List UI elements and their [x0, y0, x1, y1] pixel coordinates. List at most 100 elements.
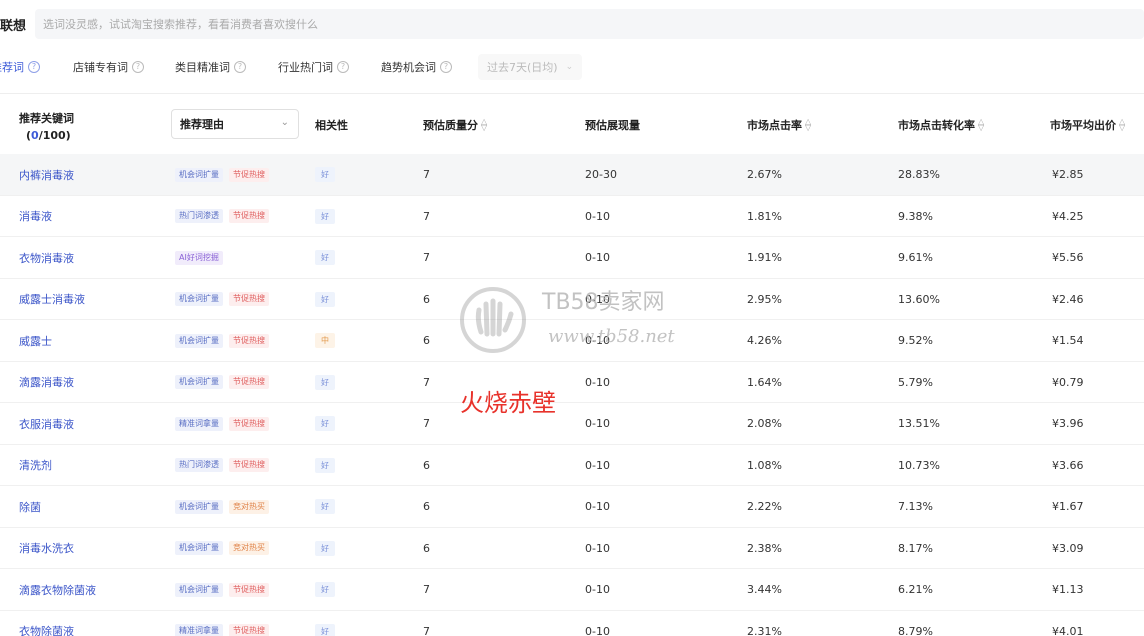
reason-tag: 机会词扩量	[175, 541, 223, 555]
cvr-cell: 9.38%	[898, 196, 933, 237]
ctr-value: 1.91%	[747, 251, 782, 264]
header-avg-bid[interactable]: 市场平均出价 △ ▽	[1050, 117, 1125, 133]
ctr-cell: 1.64%	[747, 362, 782, 403]
keyword-cell: 滴露衣物除菌液	[19, 569, 96, 610]
reason-tag: 机会词扩量	[175, 333, 223, 348]
relevance-badge: 好	[315, 582, 335, 597]
keyword-link[interactable]: 除菌	[19, 499, 41, 515]
impressions-cell: 0-10	[585, 362, 610, 403]
keyword-link[interactable]: 威露士	[19, 333, 52, 349]
reason-tag: 节促热搜	[229, 624, 269, 636]
table-row[interactable]: 衣服消毒液 精准词拿量 节促热搜 好 7 0-10 2.08% 13.51% ¥3.96	[0, 403, 1144, 445]
reason-cell: 机会词扩量 节促热搜	[175, 362, 275, 403]
cvr-value: 6.21%	[898, 583, 933, 596]
keyword-link[interactable]: 消毒液	[19, 208, 52, 224]
help-icon[interactable]: ?	[132, 61, 144, 73]
table-row[interactable]: 消毒液 热门词渗透 节促热搜 好 7 0-10 1.81% 9.38% ¥4.25	[0, 196, 1144, 237]
keyword-link[interactable]: 消毒水洗衣	[19, 540, 74, 556]
ctr-cell: 1.81%	[747, 196, 782, 237]
tab-trend-opportunity[interactable]: 趋势机会词 ?	[381, 54, 452, 80]
sort-icon[interactable]: △ ▽	[1119, 118, 1125, 132]
table-row[interactable]: 衣物除菌液 精准词拿量 节促热搜 好 7 0-10 2.31% 8.79% ¥4.01	[0, 611, 1144, 636]
sort-icon[interactable]: △ ▽	[978, 118, 984, 132]
search-label: 联想	[0, 19, 27, 34]
keyword-cell: 消毒水洗衣	[19, 528, 74, 569]
keyword-cell: 衣物消毒液	[19, 237, 74, 278]
impressions-cell: 0-10	[585, 611, 610, 636]
reason-tag: 机会词扩量	[175, 499, 223, 514]
bid-value: ¥1.67	[1052, 500, 1084, 513]
sort-icon[interactable]: △ ▽	[805, 118, 811, 132]
keyword-link[interactable]: 内裤消毒液	[19, 167, 74, 183]
keyword-cell: 消毒液	[19, 196, 52, 237]
relevance-cell: 好	[315, 362, 335, 403]
reason-cell: 机会词扩量 节促热搜	[175, 320, 275, 361]
table-row[interactable]: 清洗剂 热门词渗透 节促热搜 好 6 0-10 1.08% 10.73% ¥3.66	[0, 445, 1144, 486]
search-input[interactable]	[35, 9, 1144, 39]
table-row[interactable]: 滴露消毒液 机会词扩量 节促热搜 好 7 0-10 1.64% 5.79% ¥0.79	[0, 362, 1144, 403]
quality-cell: 7	[423, 196, 430, 237]
help-icon[interactable]: ?	[234, 61, 246, 73]
keyword-link[interactable]: 滴露衣物除菌液	[19, 582, 96, 598]
table-row[interactable]: 除菌 机会词扩量 竞对热买 好 6 0-10 2.22% 7.13% ¥1.67	[0, 486, 1144, 528]
reason-cell: AI好词挖掘	[175, 237, 229, 278]
reason-cell: 热门词渗透 节促热搜	[175, 445, 275, 486]
table-row[interactable]: 衣物消毒液 AI好词挖掘 好 7 0-10 1.91% 9.61% ¥5.56	[0, 237, 1144, 279]
table-row[interactable]: 滴露衣物除菌液 机会词扩量 节促热搜 好 7 0-10 3.44% 6.21% ¥1.13	[0, 569, 1144, 611]
sort-icon[interactable]: △ ▽	[481, 118, 487, 132]
keyword-link[interactable]: 衣服消毒液	[19, 416, 74, 432]
reason-cell: 机会词扩量 节促热搜	[175, 154, 275, 195]
search-box[interactable]	[35, 9, 1144, 39]
tab-category-precise[interactable]: 类目精准词 ?	[175, 54, 246, 80]
cvr-cell: 8.79%	[898, 611, 933, 636]
header-ctr[interactable]: 市场点击率 △ ▽	[747, 117, 811, 133]
cvr-value: 10.73%	[898, 458, 940, 472]
ctr-cell: 2.08%	[747, 403, 782, 444]
quality-cell: 7	[423, 403, 430, 444]
date-range-select[interactable]: 过去7天(日均) ⌄	[478, 54, 582, 80]
help-icon[interactable]: ?	[440, 61, 452, 73]
quality-value: 7	[423, 583, 430, 596]
reason-tag: 精准词拿量	[175, 624, 223, 636]
header-quality[interactable]: 预估质量分 △ ▽	[423, 117, 487, 133]
tab-label: 店铺专有词	[73, 61, 128, 74]
impressions-cell: 0-10	[585, 445, 610, 486]
bid-cell: ¥3.96	[1052, 403, 1084, 444]
table-row[interactable]: 内裤消毒液 机会词扩量 节促热搜 好 7 20-30 2.67% 28.83% ¥2.85	[0, 154, 1144, 196]
help-icon[interactable]: ?	[337, 61, 349, 73]
impressions-value: 0-10	[585, 500, 610, 513]
keyword-link[interactable]: 衣物消毒液	[19, 250, 74, 266]
tab-industry-hot[interactable]: 行业热门词 ?	[278, 54, 349, 80]
reason-tag: 节促热搜	[229, 167, 269, 182]
quality-value: 6	[423, 500, 430, 513]
table-row[interactable]: 消毒水洗衣 机会词扩量 竞对热买 好 6 0-10 2.38% 8.17% ¥3.09	[0, 528, 1144, 569]
tab-label: 类目精准词	[175, 61, 230, 74]
quality-cell: 6	[423, 445, 430, 486]
cvr-value: 13.51%	[898, 417, 940, 430]
relevance-cell: 好	[315, 569, 335, 610]
help-icon[interactable]: ?	[28, 61, 40, 73]
keyword-link[interactable]: 滴露消毒液	[19, 374, 74, 390]
ctr-value: 1.81%	[747, 209, 782, 223]
date-range-value: 过去7天(日均)	[487, 61, 558, 74]
bid-cell: ¥2.46	[1052, 279, 1084, 320]
keyword-count: (0/100)	[26, 129, 71, 142]
impressions-cell: 20-30	[585, 154, 617, 195]
quality-cell: 7	[423, 362, 430, 403]
reason-filter-select[interactable]: 推荐理由 ⌄	[171, 109, 299, 139]
reason-tag: 节促热搜	[229, 458, 269, 472]
tab-store-exclusive[interactable]: 店铺专有词 ?	[73, 54, 144, 80]
cvr-cell: 7.13%	[898, 486, 933, 527]
keyword-link[interactable]: 清洗剂	[19, 457, 52, 473]
keyword-link[interactable]: 威露士消毒液	[19, 291, 85, 307]
tab-recommended[interactable]: 推荐词 ?	[0, 54, 40, 80]
quality-value: 6	[423, 334, 430, 347]
reason-tag: 热门词渗透	[175, 209, 223, 223]
tab-label: 趋势机会词	[381, 61, 436, 74]
reason-cell: 机会词扩量 节促热搜	[175, 569, 275, 610]
reason-tag: 节促热搜	[229, 292, 269, 306]
header-cvr[interactable]: 市场点击转化率 △ ▽	[898, 117, 984, 133]
quality-value: 7	[423, 168, 430, 181]
keyword-link[interactable]: 衣物除菌液	[19, 623, 74, 636]
impressions-cell: 0-10	[585, 403, 610, 444]
